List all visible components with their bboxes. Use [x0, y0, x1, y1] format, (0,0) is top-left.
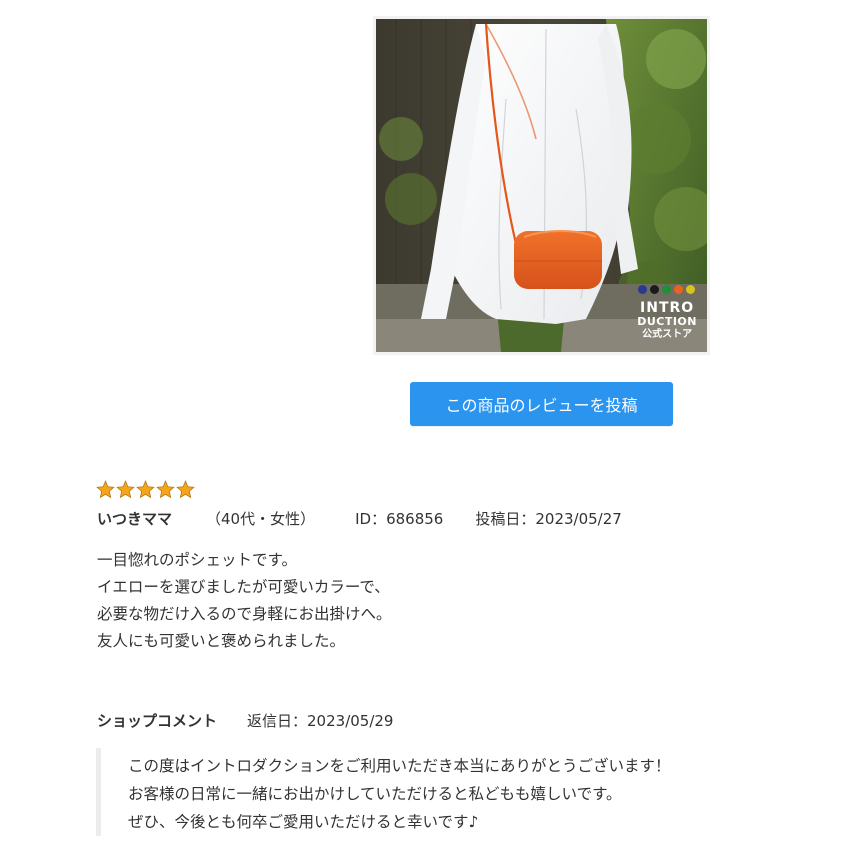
star-icon [136, 480, 155, 499]
star-icon [116, 480, 135, 499]
review-body: 一目惚れのポシェットです。 イエローを選びましたが可愛いカラーで、 必要な物だけ… [97, 547, 392, 655]
review-body-line: 必要な物だけ入るので身軽にお出掛けへ。 [97, 605, 392, 623]
brand-logo-line2: DUCTION [637, 314, 697, 328]
reviewer-attributes: （40代・女性） [206, 510, 316, 528]
review-body-line: イエローを選びましたが可愛いカラーで、 [97, 578, 390, 596]
reviewer-id: ID：686856 [355, 510, 444, 528]
shop-comment-line: この度はイントロダクションをご利用いただき本当にありがとうございます！ [128, 757, 671, 775]
product-image: INTRO DUCTION 公式ストア [373, 16, 710, 355]
brand-color-dots [638, 285, 695, 294]
shop-reply-date: 返信日：2023/05/29 [247, 712, 394, 730]
review-body-line: 一目惚れのポシェットです。 [97, 551, 297, 569]
post-review-button[interactable]: この商品のレビューを投稿 [410, 382, 673, 426]
shop-comment-line: お客様の日常に一緒にお出かけしていただけると私どもも嬉しいです。 [128, 785, 622, 803]
brand-dot [662, 285, 671, 294]
brand-logo-line1: INTRO [640, 300, 695, 317]
shop-comment-line: ぜひ、今後とも何卒ご愛用いただけると幸いです♪ [128, 813, 479, 831]
star-icon [96, 480, 115, 499]
reviewer-name: いつきママ [97, 510, 173, 528]
review-body-line: 友人にも可愛いと褒められました。 [97, 632, 346, 650]
brand-dot [650, 285, 659, 294]
brand-dot [638, 285, 647, 294]
shop-comment-header: ショップコメント 返信日：2023/05/29 [97, 710, 393, 731]
review-meta: いつきママ （40代・女性） ID：686856 投稿日：2023/05/27 [97, 508, 622, 529]
star-icon [156, 480, 175, 499]
star-icon [176, 480, 195, 499]
rating-stars [96, 480, 195, 499]
brand-dot [686, 285, 695, 294]
brand-logo: INTRO DUCTION 公式ストア [637, 301, 697, 340]
brand-logo-line3: 公式ストア [642, 328, 693, 340]
review-posted-date: 投稿日：2023/05/27 [475, 510, 622, 528]
shop-comment-label: ショップコメント [97, 712, 218, 730]
brand-dot [674, 285, 683, 294]
shop-comment-body: この度はイントロダクションをご利用いただき本当にありがとうございます！ お客様の… [96, 748, 756, 836]
